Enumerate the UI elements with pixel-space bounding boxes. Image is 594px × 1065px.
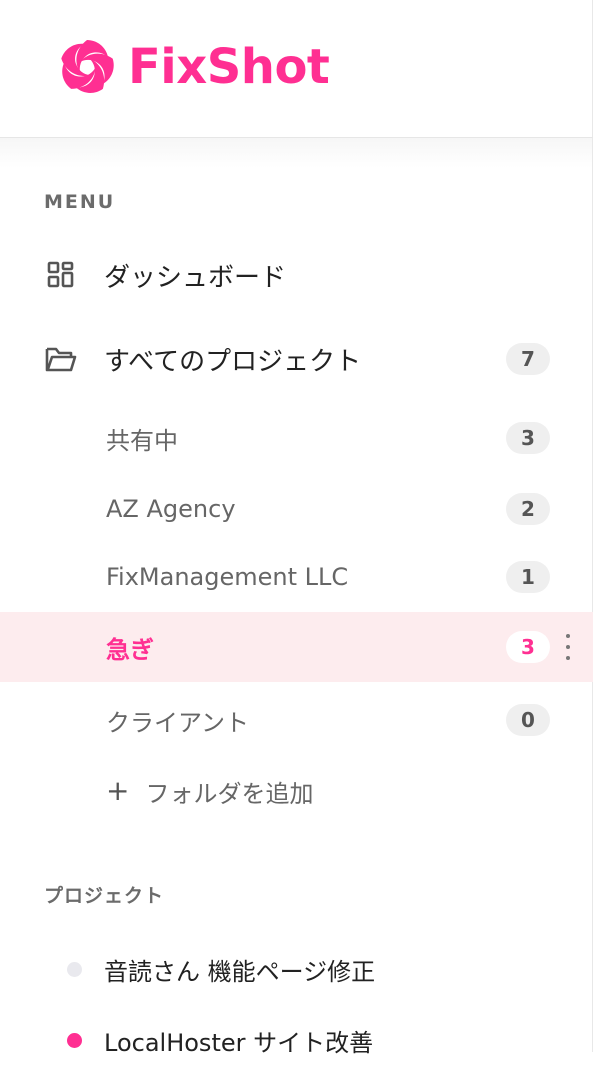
project-item[interactable]: 音読さん 機能ページ修正 [0,944,593,994]
folder-icon [44,342,78,376]
more-options-icon[interactable] [563,634,573,660]
project-label: 音読さん 機能ページ修正 [104,957,376,986]
project-label: LocalHoster サイト改善 [104,1028,374,1057]
project-item[interactable]: LocalHoster サイト改善 [0,1015,593,1065]
folder-label: 共有中 [106,426,178,455]
add-folder: + フォルダを追加 [106,774,313,809]
folder-item[interactable]: クライアント 0 [0,685,593,755]
nav-all-projects-label: すべてのプロジェクト [104,346,362,377]
folder-count-badge: 2 [506,493,550,525]
nav-dashboard[interactable]: ダッシュボード [0,240,593,310]
add-folder-label: フォルダを追加 [145,779,314,808]
folder-label: FixManagement LLC [106,563,349,591]
project-status-dot [67,961,82,977]
folder-label: 急ぎ [106,635,154,664]
project-status-dot [67,1032,82,1048]
folder-item-active[interactable]: 急ぎ 3 [0,612,593,682]
projects-section-label: プロジェクト [44,885,165,907]
nav-dashboard-label: ダッシュボード [104,262,287,293]
header-shadow [0,138,592,168]
all-projects-count-badge: 7 [506,343,550,375]
logo-header: FixShot [0,0,593,138]
folder-count-badge: 3 [506,422,550,454]
logo[interactable]: FixShot [58,38,330,96]
folder-count-badge: 1 [506,561,550,593]
add-folder-button[interactable]: + フォルダを追加 [0,756,593,826]
fixshot-logo-icon [61,40,114,93]
plus-icon: + [106,774,130,807]
folder-label: AZ Agency [106,495,236,523]
folder-item[interactable]: AZ Agency 2 [0,474,593,544]
grid-icon [44,258,78,292]
sidebar: FixShot MENU ダッシュボード すべてのプロジェクト 7 共有中 3 … [0,0,593,1057]
folder-label: クライアント [106,708,250,737]
folder-count-badge: 3 [506,631,550,663]
folder-item[interactable]: FixManagement LLC 1 [0,542,593,612]
folder-count-badge: 0 [506,704,550,736]
brand-name: FixShot [128,39,330,95]
nav-all-projects[interactable]: すべてのプロジェクト 7 [0,324,593,394]
menu-section-label: MENU [44,191,116,213]
folder-item[interactable]: 共有中 3 [0,403,593,473]
